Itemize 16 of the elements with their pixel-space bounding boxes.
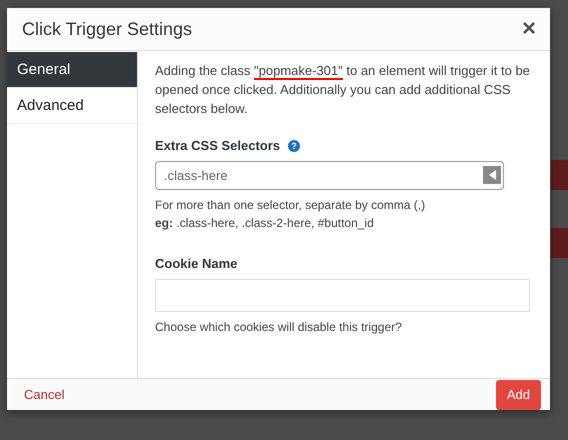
close-button[interactable]: × [518, 17, 540, 41]
help-icon[interactable]: ? [288, 140, 300, 152]
intro-text: Adding the class "popmake-301" to an element will trigger it to be opened once clicked. Additionally you can add additional CSS selectors below. [155, 62, 530, 118]
field-label: Extra CSS Selectors [155, 138, 280, 153]
hint-text: For more than one selector, separate by comma (,) [155, 197, 426, 214]
cookie-name-field[interactable] [155, 279, 530, 312]
sidebar-tab[interactable]: General [7, 52, 137, 88]
cancel-link[interactable]: Cancel [24, 387, 64, 402]
sidebar-tab[interactable]: Advanced [7, 88, 137, 124]
selector-field[interactable]: .class-here [155, 161, 504, 190]
field-label: Cookie Name [155, 256, 238, 271]
hint-text: Choose which cookies will disable this trigger? [155, 319, 403, 336]
example-text: eg: .class-here, .class-2-here, #button_id [155, 215, 375, 232]
caret-icon[interactable] [483, 166, 501, 184]
add-button[interactable]: Add [496, 380, 541, 410]
dialog-title: Click Trigger Settings [22, 18, 192, 40]
